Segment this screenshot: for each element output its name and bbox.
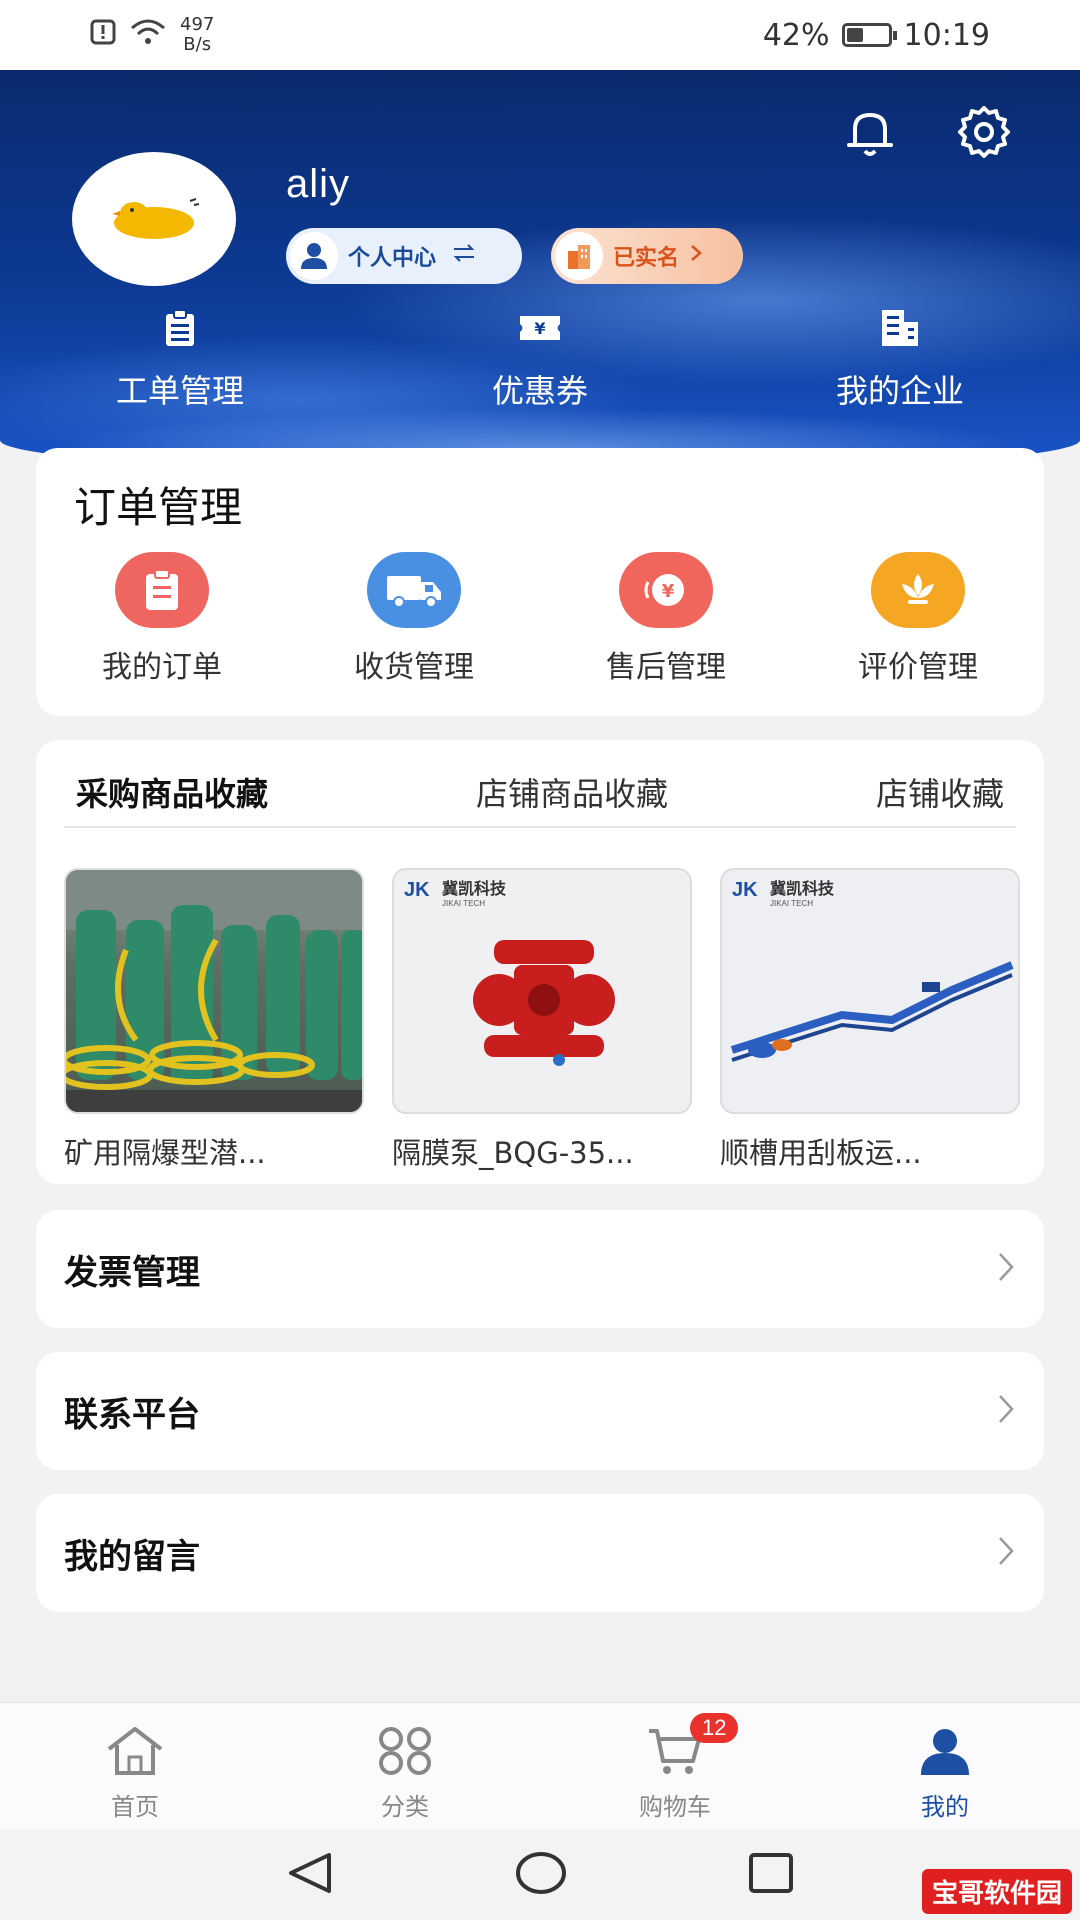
chevron-right-icon bbox=[996, 1392, 1016, 1430]
personal-center-label: 个人中心 bbox=[348, 246, 437, 271]
nav-category[interactable]: 分类 bbox=[270, 1703, 540, 1830]
nav-label: 购物车 bbox=[639, 1793, 711, 1821]
order-item-label: 售后管理 bbox=[606, 650, 726, 685]
contact-platform-row[interactable]: 联系平台 bbox=[36, 1352, 1044, 1470]
favorite-item-name: 隔膜泵_BQG-35... bbox=[392, 1136, 634, 1170]
duck-avatar-icon bbox=[112, 198, 200, 239]
menu-label: 我的留言 bbox=[64, 1536, 200, 1577]
cart-count-badge: 12 bbox=[690, 1713, 739, 1743]
svg-text:JIKAI TECH: JIKAI TECH bbox=[770, 899, 813, 908]
nav-label: 我的 bbox=[921, 1793, 969, 1821]
scraper-conveyor-image: JK 冀凯科技 JIKAI TECH bbox=[720, 868, 1020, 1114]
nav-home[interactable]: 首页 bbox=[0, 1703, 270, 1830]
menu-label: 联系平台 bbox=[64, 1394, 200, 1435]
user-icon bbox=[917, 1725, 973, 1783]
verified-label: 已实名 bbox=[613, 246, 680, 271]
order-item-label: 评价管理 bbox=[858, 650, 978, 685]
my-messages-row[interactable]: 我的留言 bbox=[36, 1494, 1044, 1612]
chevron-right-icon bbox=[996, 1250, 1016, 1288]
back-icon[interactable] bbox=[285, 1851, 335, 1899]
tab-store-product-favorites[interactable]: 店铺商品收藏 bbox=[464, 769, 680, 815]
username: aliy bbox=[286, 162, 351, 206]
chevron-right-icon bbox=[996, 1534, 1016, 1572]
chevron-right-icon bbox=[689, 243, 703, 269]
category-icon bbox=[377, 1725, 433, 1783]
nav-mine[interactable]: 我的 bbox=[810, 1703, 1080, 1830]
battery-icon bbox=[841, 23, 897, 47]
delivery-management-button[interactable]: 收货管理 bbox=[288, 552, 540, 686]
invoice-management-row[interactable]: 发票管理 bbox=[36, 1210, 1044, 1328]
clipboard-icon bbox=[160, 308, 200, 356]
recents-icon[interactable] bbox=[747, 1851, 795, 1899]
building-icon bbox=[878, 308, 922, 356]
verified-button[interactable]: 已实名 bbox=[551, 228, 743, 284]
watermark: 宝哥软件园 bbox=[921, 1869, 1072, 1914]
order-management-card: 订单管理 我的订单 收货管理 ¥ 售后管理 评价管理 bbox=[36, 448, 1044, 716]
after-sale-management-button[interactable]: ¥ 售后管理 bbox=[540, 552, 792, 686]
order-item-label: 我的订单 bbox=[102, 650, 222, 685]
quick-link-label: 优惠券 bbox=[491, 372, 588, 410]
after-sale-icon: ¥ bbox=[619, 552, 713, 628]
coupon-icon: ¥ bbox=[518, 308, 562, 356]
quick-link-work-orders[interactable]: 工单管理 bbox=[50, 308, 310, 412]
review-management-button[interactable]: 评价管理 bbox=[792, 552, 1044, 686]
favorite-item-name: 矿用隔爆型潜... bbox=[64, 1136, 266, 1170]
favorites-tabs: 采购商品收藏 店铺商品收藏 店铺收藏 bbox=[64, 758, 1016, 828]
network-speed: 497 B/s bbox=[180, 14, 215, 55]
tab-purchased-favorites[interactable]: 采购商品收藏 bbox=[64, 769, 281, 815]
flower-icon bbox=[871, 552, 965, 628]
wifi-icon bbox=[130, 18, 166, 53]
switch-icon bbox=[452, 243, 476, 269]
tab-store-favorites[interactable]: 店铺收藏 bbox=[864, 769, 1016, 815]
favorite-item-name: 顺槽用刮板运... bbox=[720, 1136, 922, 1170]
building-badge-icon bbox=[555, 232, 603, 280]
status-bar: 497 B/s 42% 10:19 bbox=[0, 0, 1080, 70]
pump-photo-image bbox=[64, 868, 364, 1114]
svg-text:冀凯科技: 冀凯科技 bbox=[770, 879, 835, 898]
brand-logo-text: 冀凯科技 bbox=[442, 879, 507, 898]
home-icon bbox=[103, 1725, 167, 1783]
favorite-item[interactable]: JK 冀凯科技 JIKAI TECH 顺槽用刮板运... bbox=[720, 868, 1020, 1172]
personal-center-button[interactable]: 个人中心 bbox=[286, 228, 522, 284]
quick-link-enterprise[interactable]: 我的企业 bbox=[770, 308, 1030, 412]
menu-label: 发票管理 bbox=[64, 1252, 200, 1293]
order-management-title: 订单管理 bbox=[74, 483, 243, 532]
favorite-item[interactable]: JK 冀凯科技 JIKAI TECH 隔膜泵_BQG-35... bbox=[392, 868, 692, 1172]
quick-link-label: 工单管理 bbox=[115, 372, 244, 410]
gear-icon[interactable] bbox=[952, 100, 1016, 164]
svg-text:JIKAI TECH: JIKAI TECH bbox=[442, 899, 485, 908]
diaphragm-pump-image: JK 冀凯科技 JIKAI TECH bbox=[392, 868, 692, 1114]
avatar[interactable] bbox=[72, 152, 236, 286]
nav-label: 首页 bbox=[111, 1793, 159, 1821]
truck-icon bbox=[367, 552, 461, 628]
bell-icon[interactable] bbox=[838, 100, 902, 164]
battery-percent: 42% bbox=[762, 17, 830, 53]
clock: 10:19 bbox=[903, 17, 990, 53]
nav-label: 分类 bbox=[381, 1793, 429, 1821]
my-orders-button[interactable]: 我的订单 bbox=[36, 552, 288, 686]
nav-cart[interactable]: 购物车 12 bbox=[540, 1703, 810, 1830]
svg-text:JK: JK bbox=[732, 879, 758, 901]
order-icon bbox=[115, 552, 209, 628]
favorites-card: 采购商品收藏 店铺商品收藏 店铺收藏 矿用隔爆型潜... JK 冀凯科技 JIK… bbox=[36, 740, 1044, 1184]
person-icon bbox=[290, 232, 338, 280]
bottom-navigation: 首页 分类 购物车 12 我的 bbox=[0, 1702, 1080, 1830]
profile-header: aliy 个人中心 已实名 工单管理 ¥ 优惠券 我的企业 bbox=[0, 70, 1080, 470]
quick-link-label: 我的企业 bbox=[835, 372, 964, 410]
favorite-item[interactable]: 矿用隔爆型潜... bbox=[64, 868, 364, 1172]
svg-text:¥: ¥ bbox=[662, 581, 675, 602]
quick-link-coupons[interactable]: ¥ 优惠券 bbox=[410, 308, 670, 412]
order-item-label: 收货管理 bbox=[354, 650, 474, 685]
system-navigation bbox=[0, 1830, 1080, 1920]
home-circle-icon[interactable] bbox=[515, 1851, 567, 1899]
svg-text:JK: JK bbox=[404, 879, 430, 901]
svg-text:¥: ¥ bbox=[534, 319, 545, 338]
alert-icon bbox=[90, 19, 116, 52]
